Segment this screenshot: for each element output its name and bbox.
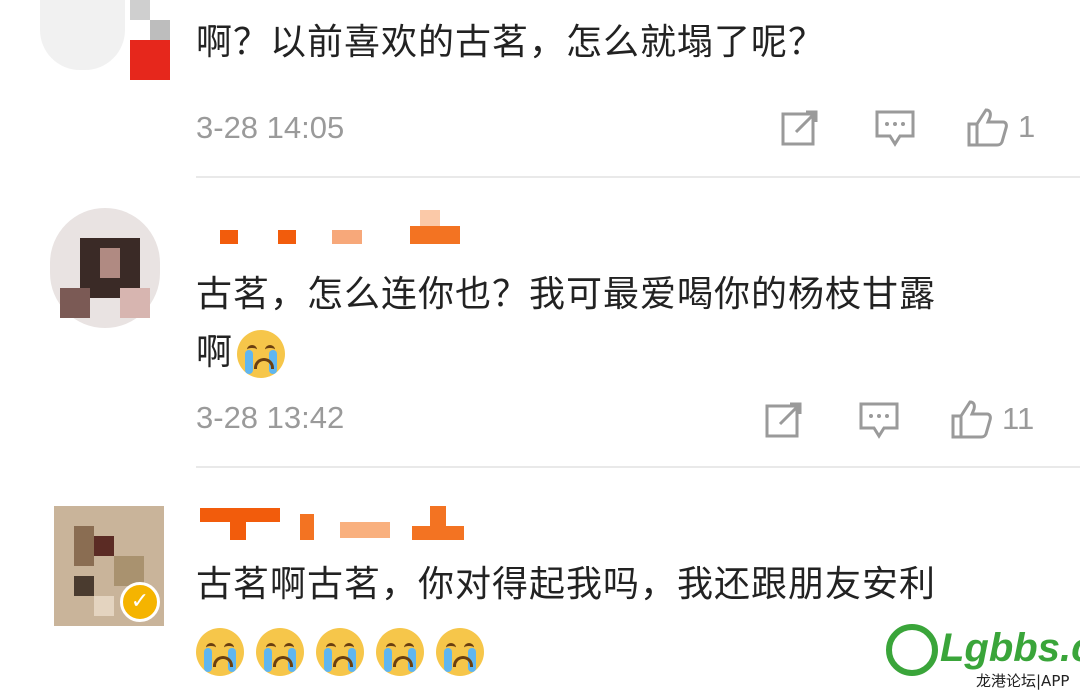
comment-button[interactable]: [858, 400, 900, 440]
emoji-row: [196, 622, 936, 680]
avatar[interactable]: [40, 0, 170, 80]
crying-emoji: [436, 628, 484, 676]
repost-button[interactable]: [764, 400, 804, 440]
like-button[interactable]: 11: [950, 398, 1034, 440]
comment-text-line-2-text: 啊: [196, 332, 234, 373]
repost-button[interactable]: [780, 108, 820, 148]
thumbs-up-icon: [967, 108, 1008, 147]
nickname[interactable]: [220, 210, 470, 244]
comment-button[interactable]: [874, 108, 916, 148]
comment-1: 啊？以前喜欢的古茗，怎么就塌了呢？ 3-28 14:05 1: [0, 0, 1080, 175]
crying-emoji: [376, 628, 424, 676]
comment-text-line-1: 古茗，怎么连你也？我可最爱喝你的杨枝甘露: [196, 274, 937, 315]
like-button[interactable]: 1: [966, 106, 1035, 148]
lgbbs-logo-icon: [886, 624, 938, 676]
comment-text: 啊？以前喜欢的古茗，怎么就塌了呢？: [196, 22, 826, 63]
crying-emoji: [316, 628, 364, 676]
verified-badge-icon: ✓: [120, 582, 160, 622]
crying-emoji: [196, 628, 244, 676]
avatar[interactable]: ✓: [54, 506, 184, 636]
nickname[interactable]: [200, 506, 470, 540]
crying-emoji: [256, 628, 304, 676]
avatar-image: [40, 0, 125, 70]
repost-icon: [765, 402, 802, 438]
thumbs-up-icon: [951, 400, 992, 439]
watermark-sub: 龙港论坛|APP: [976, 672, 1070, 690]
comment-2: 古茗，怎么连你也？我可最爱喝你的杨枝甘露 啊 3-28 13:42 11: [0, 178, 1080, 468]
like-count: 1: [1018, 109, 1036, 144]
comment-text: 古茗，怎么连你也？我可最爱喝你的杨枝甘露 啊: [196, 266, 936, 382]
watermark-brand: Lgbbs.cn: [940, 626, 1080, 670]
watermark-logo: Lgbbs.cn 龙港论坛|APP: [886, 612, 1080, 692]
repost-icon: [781, 110, 818, 146]
like-count: 11: [1002, 401, 1035, 436]
crying-emoji: [237, 330, 286, 378]
comment-text-line-1: 古茗啊古茗，你对得起我吗，我还跟朋友安利: [196, 564, 937, 605]
comment-text: 古茗啊古茗，你对得起我吗，我还跟朋友安利: [196, 556, 936, 680]
avatar[interactable]: [40, 208, 170, 338]
comment-icon: [859, 402, 899, 439]
comment-text-line-2: 啊: [196, 324, 936, 382]
comment-time: 3-28 14:05: [196, 110, 345, 145]
comment-icon: [875, 110, 915, 147]
comment-time: 3-28 13:42: [196, 400, 345, 435]
